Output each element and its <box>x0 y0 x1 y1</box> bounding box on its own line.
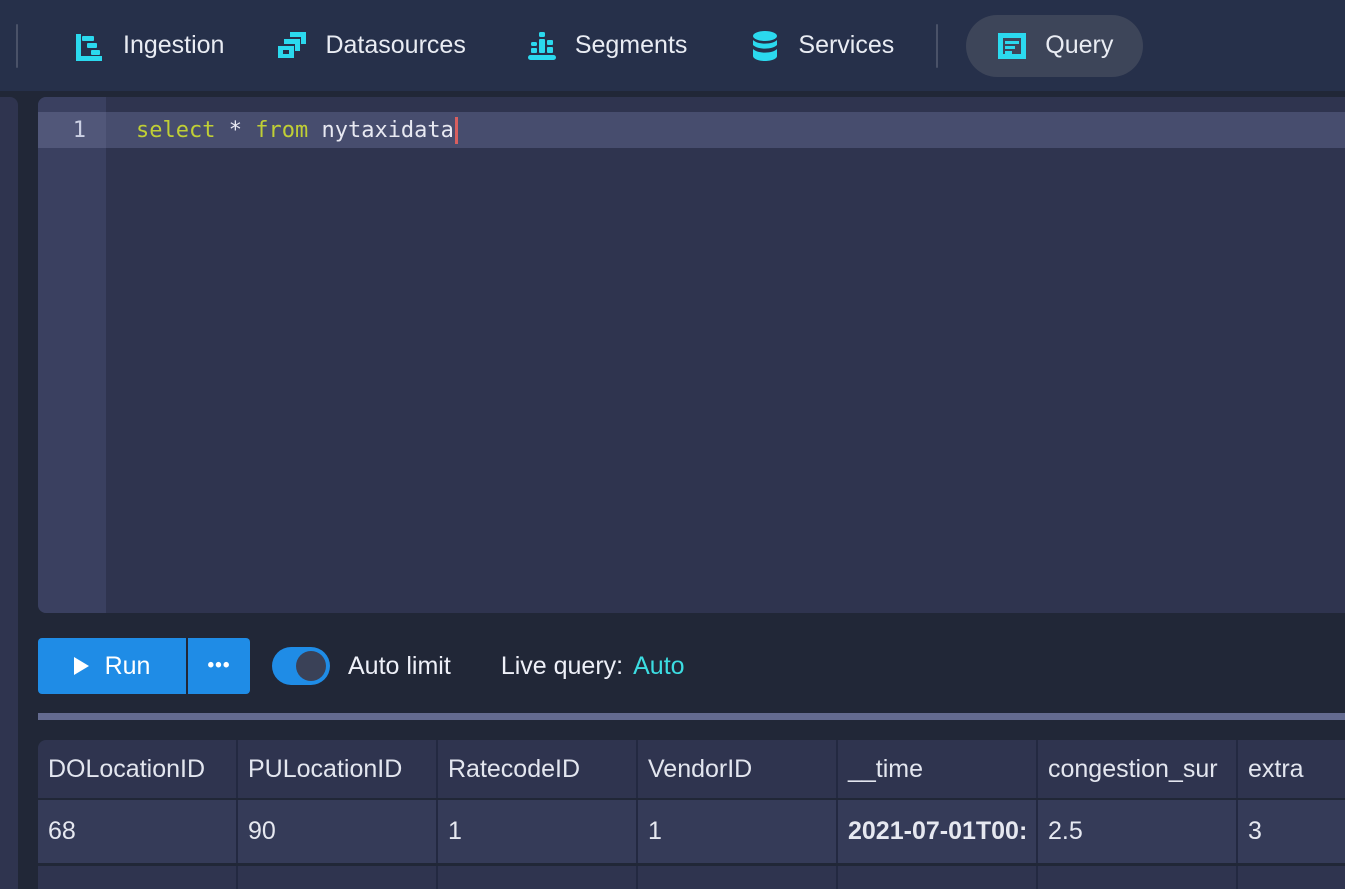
sql-identifier: nytaxidata <box>308 118 454 143</box>
editor-gutter <box>38 97 106 613</box>
column-header-pulocationid[interactable]: PULocationID <box>238 740 438 798</box>
nav-tab-query-label: Query <box>1045 31 1113 60</box>
query-results-table: DOLocationID PULocationID RatecodeID Ven… <box>38 740 1345 889</box>
cell-dolocationid[interactable]: 68 <box>38 800 238 863</box>
cell-pulocationid[interactable]: 90 <box>238 800 438 863</box>
cell-congestion-surcharge[interactable]: 2.5 <box>1038 800 1238 863</box>
cell-pulocationid[interactable] <box>238 866 438 889</box>
gantt-chart-icon <box>74 30 106 62</box>
live-query-value[interactable]: Auto <box>633 652 684 681</box>
cell-congestion-surcharge[interactable] <box>1038 866 1238 889</box>
nav-tab-datasources[interactable]: Datasources <box>276 30 465 62</box>
nav-tab-segments-label: Segments <box>575 31 688 60</box>
sql-keyword-select: select <box>136 118 215 143</box>
cell-extra[interactable]: 3 <box>1238 800 1345 863</box>
sql-star: * <box>215 118 255 143</box>
run-more-button[interactable]: ••• <box>188 638 250 694</box>
cell-vendorid[interactable] <box>638 866 838 889</box>
play-icon <box>74 657 89 675</box>
application-icon <box>996 30 1028 62</box>
top-nav: Ingestion Datasources Segments <box>0 0 1345 91</box>
column-header-extra[interactable]: extra <box>1238 740 1345 798</box>
column-header-time[interactable]: __time <box>838 740 1038 798</box>
query-controls: Run ••• Auto limit Live query: Auto <box>38 638 1345 694</box>
cell-extra[interactable] <box>1238 866 1345 889</box>
live-query-label: Live query: <box>501 652 623 681</box>
sql-editor[interactable]: 1 select * from nytaxidata <box>38 97 1345 613</box>
table-header-row: DOLocationID PULocationID RatecodeID Ven… <box>38 740 1345 798</box>
cell-vendorid[interactable]: 1 <box>638 800 838 863</box>
live-query-control: Live query: Auto <box>501 652 685 681</box>
nav-tab-services[interactable]: Services <box>749 30 894 62</box>
toggle-track[interactable] <box>272 647 330 685</box>
cell-dolocationid[interactable] <box>38 866 238 889</box>
nav-tab-services-label: Services <box>798 31 894 60</box>
more-options-icon: ••• <box>208 655 231 677</box>
left-panel-strip <box>0 97 18 889</box>
multi-select-icon <box>276 30 308 62</box>
nav-left-divider <box>16 24 18 68</box>
column-header-dolocationid[interactable]: DOLocationID <box>38 740 238 798</box>
auto-limit-label: Auto limit <box>348 652 451 681</box>
nav-tab-ingestion-label: Ingestion <box>123 31 224 60</box>
column-header-vendorid[interactable]: VendorID <box>638 740 838 798</box>
table-row <box>38 866 1345 889</box>
nav-query-divider <box>936 24 938 68</box>
table-row: 68 90 1 1 2021-07-01T00: 2.5 3 <box>38 800 1345 863</box>
nav-tab-datasources-label: Datasources <box>325 31 465 60</box>
cell-time[interactable]: 2021-07-01T00: <box>838 800 1038 863</box>
run-button-label: Run <box>105 652 151 681</box>
nav-tab-segments[interactable]: Segments <box>526 30 688 62</box>
nav-tab-ingestion[interactable]: Ingestion <box>74 30 224 62</box>
segmented-bar-chart-icon <box>526 30 558 62</box>
text-cursor <box>455 117 458 144</box>
database-icon <box>749 30 781 62</box>
code-line[interactable]: select * from nytaxidata <box>106 117 458 144</box>
auto-limit-switch[interactable]: Auto limit <box>272 647 451 685</box>
run-button[interactable]: Run <box>38 638 186 694</box>
cell-ratecodeid[interactable]: 1 <box>438 800 638 863</box>
line-number: 1 <box>38 112 106 148</box>
cell-ratecodeid[interactable] <box>438 866 638 889</box>
nav-tab-query[interactable]: Query <box>966 15 1143 77</box>
editor-active-line[interactable]: 1 select * from nytaxidata <box>38 112 1345 148</box>
cell-time[interactable] <box>838 866 1038 889</box>
panel-resize-handle[interactable] <box>38 713 1345 720</box>
sql-keyword-from: from <box>255 118 308 143</box>
toggle-knob <box>296 651 326 681</box>
column-header-ratecodeid[interactable]: RatecodeID <box>438 740 638 798</box>
column-header-congestion-surcharge[interactable]: congestion_sur <box>1038 740 1238 798</box>
